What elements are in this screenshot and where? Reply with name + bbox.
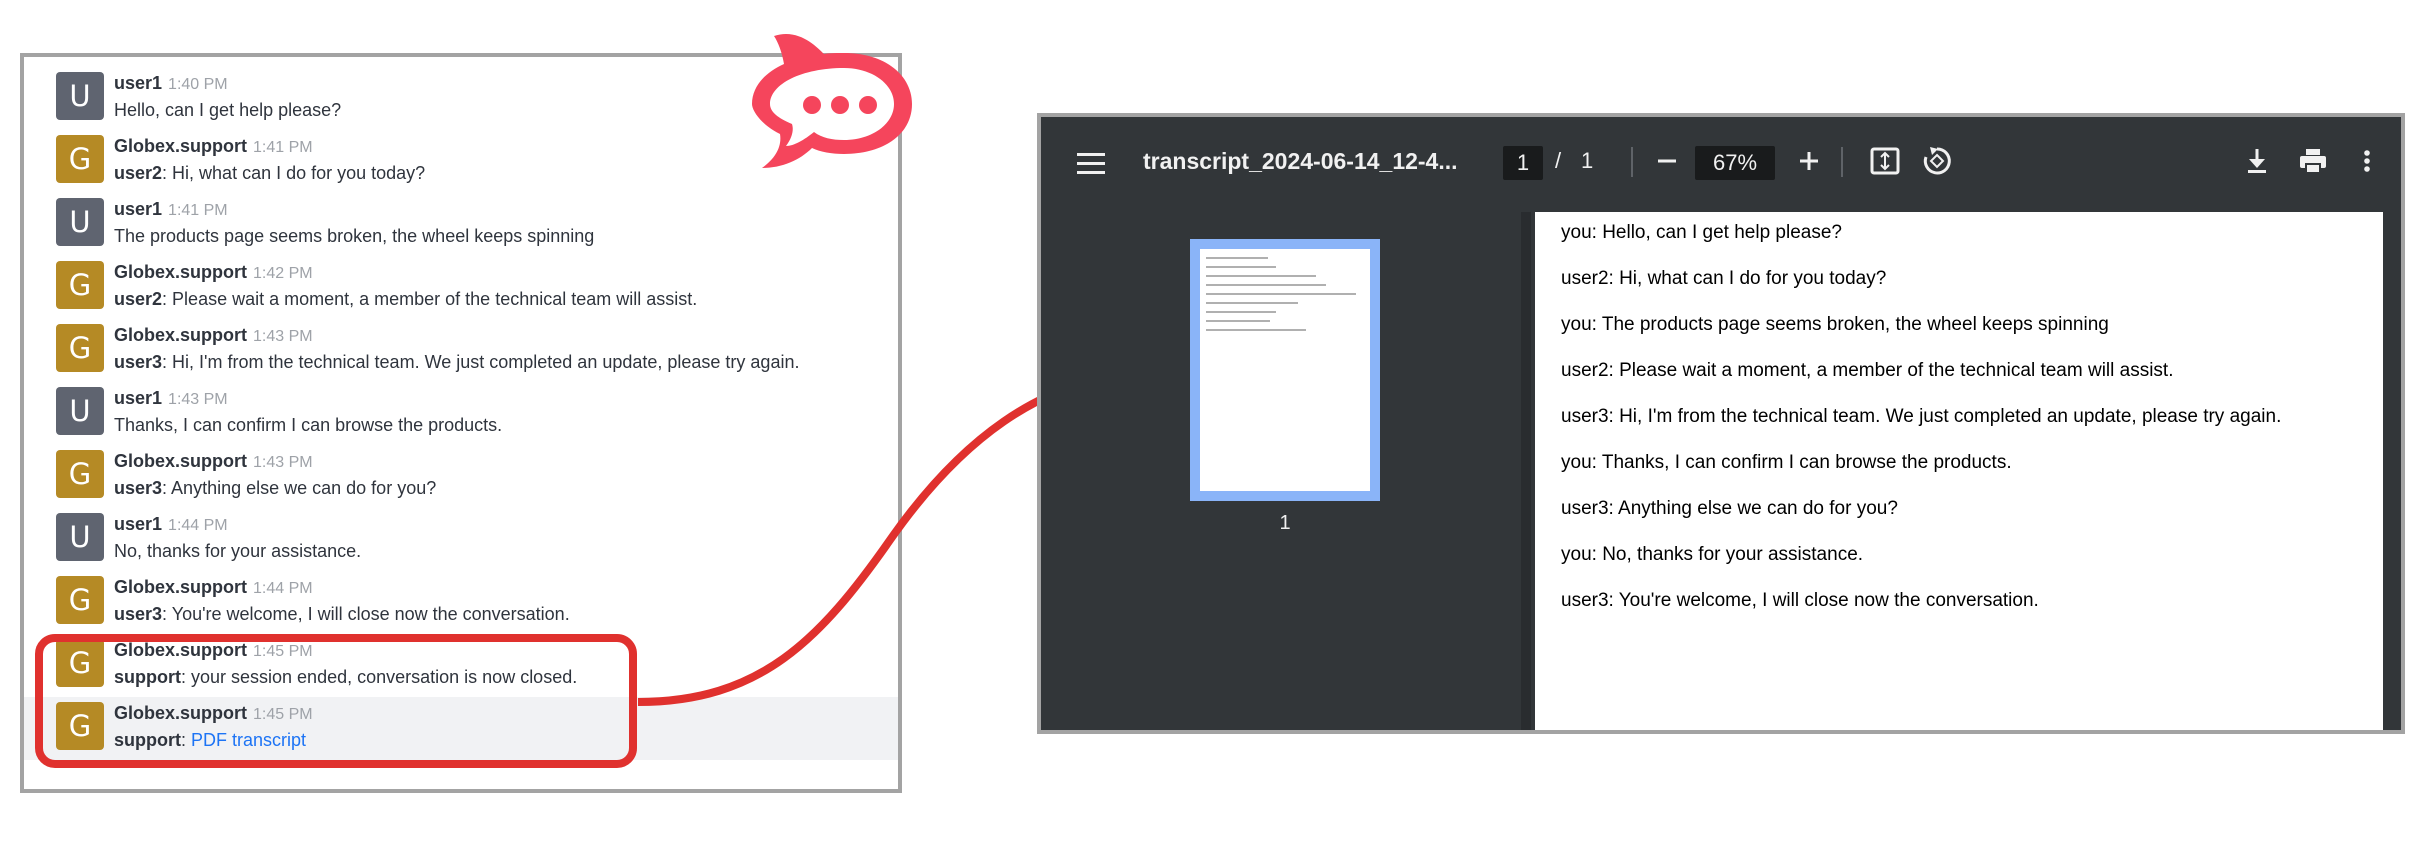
page-number-input[interactable]: 1 [1503,146,1543,180]
document-title: transcript_2024-06-14_12-4... [1143,148,1458,174]
pdf-viewer: transcript_2024-06-14_12-4... 1 / 1 67% [1037,113,2405,734]
thumbnail-text-line [1206,329,1306,331]
transcript-line: you: Hello, can I get help please? [1561,222,1842,243]
transcript-line: you: No, thanks for your assistance. [1561,544,1864,565]
toolbar-divider [1631,147,1633,177]
thumbnail-text-line [1206,311,1276,313]
toolbar-divider [1841,147,1843,177]
more-icon[interactable] [2349,141,2385,181]
pdf-toolbar: transcript_2024-06-14_12-4... 1 / 1 67% [1041,117,2401,212]
transcript-line: user2: Hi, what can I do for you today? [1561,268,1887,289]
zoom-in-icon[interactable] [1791,141,1827,181]
fit-page-icon[interactable] [1867,141,1903,181]
thumbnail-text-line [1206,284,1326,286]
download-icon[interactable] [2239,141,2275,181]
rotate-icon[interactable] [1919,141,1955,181]
menu-icon[interactable] [1077,147,1105,187]
thumbnail-text-line [1206,320,1270,322]
zoom-out-icon[interactable] [1649,141,1685,181]
thumbnail-text-line [1206,302,1298,304]
thumbnail-text-line [1206,266,1276,268]
transcript-line: you: The products page seems broken, the… [1561,314,2109,335]
thumbnail-sidebar: 1 [1041,212,1521,730]
thumbnail-text-line [1206,275,1316,277]
thumbnail-page-number: 1 [1279,512,1291,534]
page-separator: / [1555,148,1562,173]
total-pages: 1 [1581,148,1594,173]
thumbnail-text-line [1206,293,1356,295]
print-icon[interactable] [2295,141,2331,181]
transcript-line: user3: Anything else we can do for you? [1561,498,1898,519]
thumbnail-text-line [1206,257,1268,259]
pdf-page: you: Hello, can I get help please? user2:… [1535,212,2383,730]
transcript-line: user3: You're welcome, I will close now … [1561,590,2039,611]
zoom-level-input[interactable]: 67% [1695,146,1775,180]
sidebar-divider[interactable] [1521,212,1531,730]
page-thumbnail[interactable] [1190,239,1380,501]
thumbnail-page [1200,249,1370,491]
transcript-line: user3: Hi, I'm from the technical team. … [1561,406,2282,427]
transcript-line: user2: Please wait a moment, a member of… [1561,360,2174,381]
transcript-line: you: Thanks, I can confirm I can browse … [1561,452,2012,473]
